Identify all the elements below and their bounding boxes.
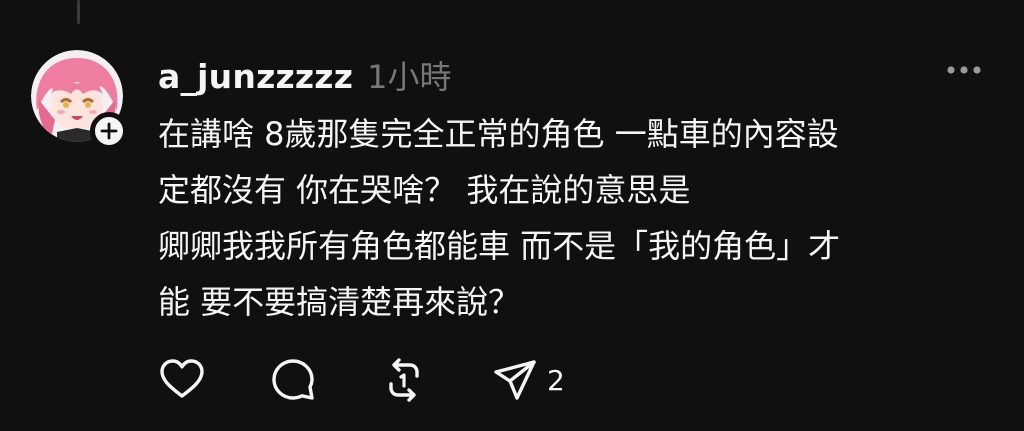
post-body-line: 能 要不要搞清楚再來說？: [158, 283, 521, 321]
reply-button[interactable]: [269, 356, 317, 404]
plus-icon: [100, 122, 118, 140]
share-button[interactable]: 2: [491, 356, 565, 404]
more-horizontal-icon: [947, 66, 981, 74]
post-timestamp: 1小時: [367, 58, 452, 96]
post-body-line: 定都沒有 你在哭啥？ 我在說的意思是: [158, 171, 691, 209]
share-count: 2: [547, 363, 565, 397]
comment-icon: [272, 359, 314, 400]
like-button[interactable]: [158, 356, 206, 404]
more-options-button[interactable]: [940, 58, 988, 82]
thread-connector-line: [77, 0, 80, 24]
post-header: a_junzzzzz 1小時: [158, 52, 451, 98]
follow-button[interactable]: [90, 112, 128, 150]
post-body: 在講啥 8歲那隻完全正常的角色 一點車的內容設 定都沒有 你在哭啥？ 我在說的意…: [158, 106, 998, 330]
avatar-container[interactable]: [31, 50, 128, 150]
repost-button[interactable]: [380, 356, 428, 404]
send-icon: [494, 360, 536, 400]
username-link[interactable]: a_junzzzzz: [158, 57, 353, 96]
post-body-line: 在講啥 8歲那隻完全正常的角色 一點車的內容設: [158, 115, 839, 153]
repost-icon: [389, 358, 419, 402]
post-body-line: 卿卿我我所有角色都能車 而不是「我的角色」才: [158, 227, 841, 265]
post-actions-bar: 2: [158, 356, 618, 404]
heart-icon: [160, 359, 204, 398]
